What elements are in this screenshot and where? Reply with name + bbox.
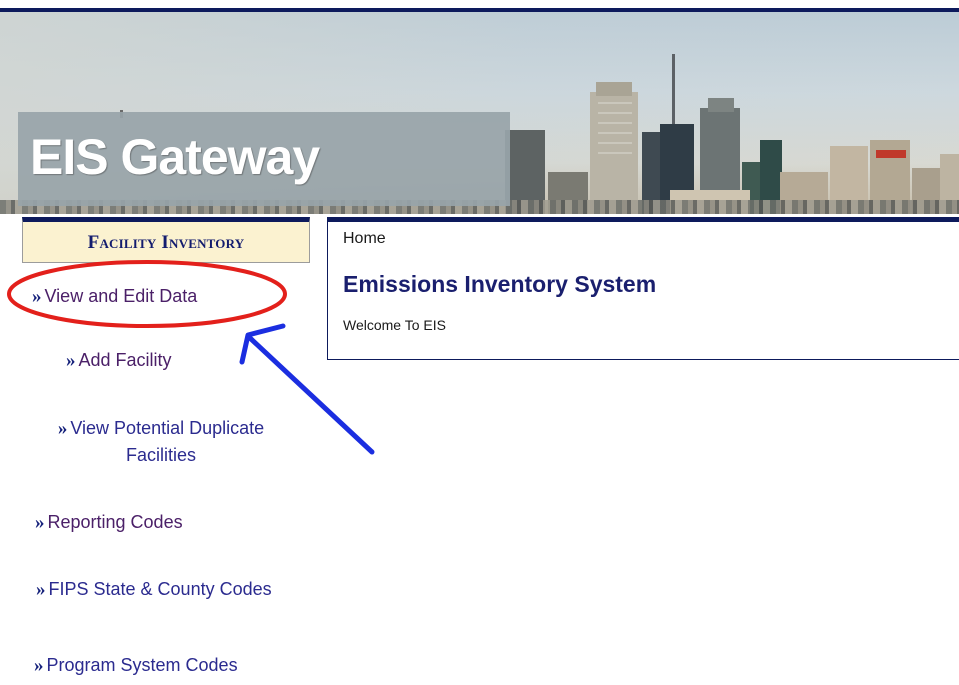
chevron-right-icon: » — [35, 512, 45, 533]
nav-link-label: Reporting Codes — [47, 512, 183, 532]
nav-link-label: View Potential Duplicate Facilities — [70, 418, 265, 465]
nav-link-label: Add Facility — [78, 350, 172, 370]
nav-link-label: FIPS State & County Codes — [48, 579, 272, 599]
chevron-right-icon: » — [66, 350, 76, 371]
sidebar-header: Facility Inventory — [22, 217, 310, 263]
breadcrumb[interactable]: Home — [343, 230, 386, 248]
sidebar-header-label: Facility Inventory — [87, 232, 245, 253]
nav-link-view-and-edit-data[interactable]: » View and Edit Data — [32, 284, 197, 309]
header-banner: EIS Gateway — [0, 8, 959, 214]
site-title: EIS Gateway — [30, 129, 320, 185]
page-title: Emissions Inventory System — [343, 271, 657, 297]
nav-link-add-facility[interactable]: » Add Facility — [66, 348, 172, 373]
chevron-right-icon: » — [34, 655, 44, 676]
nav-link-label: View and Edit Data — [44, 286, 198, 306]
nav-link-fips-state-county-codes[interactable]: » FIPS State & County Codes — [20, 576, 280, 603]
nav-link-reporting-codes[interactable]: » Reporting Codes — [35, 510, 183, 535]
nav-link-view-potential-duplicate-facilities[interactable]: » View Potential Duplicate Facilities — [46, 415, 276, 468]
content-panel: Home Emissions Inventory System Welcome … — [327, 217, 959, 360]
nav-link-label: Program System Codes — [46, 655, 238, 675]
chevron-right-icon: » — [36, 579, 46, 600]
welcome-message: Welcome To EIS — [343, 317, 446, 333]
chevron-right-icon: » — [32, 286, 42, 307]
chevron-right-icon: » — [57, 418, 68, 439]
nav-link-program-system-codes[interactable]: » Program System Codes — [34, 653, 238, 678]
